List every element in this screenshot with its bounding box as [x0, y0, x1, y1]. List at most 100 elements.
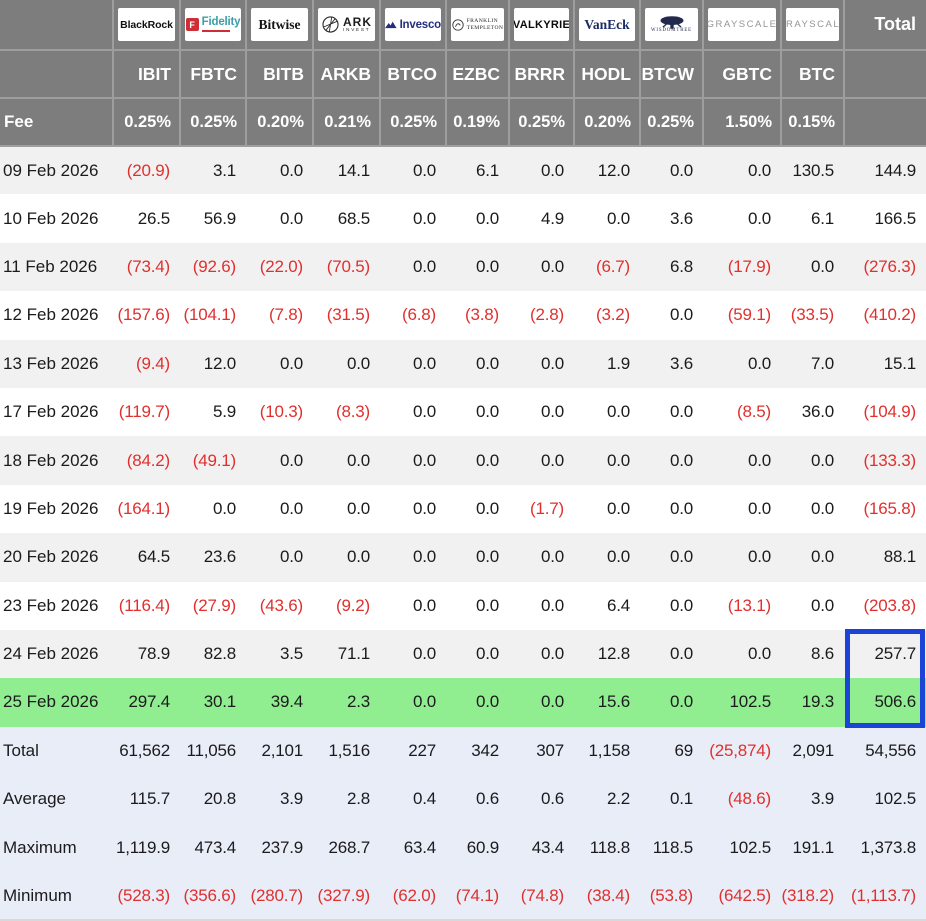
date-cell[interactable]: 17 Feb 2026 [0, 388, 113, 436]
summary-flow-cell[interactable]: 43.4 [509, 823, 574, 871]
date-cell[interactable]: 18 Feb 2026 [0, 436, 113, 484]
summary-flow-cell[interactable]: 237.9 [246, 823, 313, 871]
summary-flow-cell[interactable]: 102.5 [703, 823, 781, 871]
summary-flow-cell[interactable]: (528.3) [113, 872, 180, 920]
date-cell[interactable]: 12 Feb 2026 [0, 291, 113, 339]
flow-cell[interactable]: 0.0 [313, 340, 380, 388]
flow-cell[interactable]: 2.3 [313, 678, 380, 726]
flow-cell[interactable]: 0.0 [446, 194, 509, 242]
flow-cell[interactable]: 14.1 [313, 146, 380, 194]
flow-cell[interactable]: 8.6 [781, 630, 844, 678]
flow-cell[interactable]: (8.5) [703, 388, 781, 436]
flow-cell[interactable]: 0.0 [509, 146, 574, 194]
flow-cell[interactable]: 0.0 [446, 388, 509, 436]
flow-cell[interactable]: 0.0 [781, 485, 844, 533]
flow-cell[interactable]: 19.3 [781, 678, 844, 726]
flow-cell[interactable]: 0.0 [640, 630, 703, 678]
flow-cell[interactable]: (22.0) [246, 243, 313, 291]
summary-flow-cell[interactable]: 63.4 [380, 823, 446, 871]
summary-flow-cell[interactable]: 1,516 [313, 727, 380, 775]
flow-cell[interactable]: (31.5) [313, 291, 380, 339]
flow-cell[interactable]: 0.0 [246, 194, 313, 242]
flow-cell[interactable]: 6.1 [781, 194, 844, 242]
summary-flow-cell[interactable]: 3.9 [246, 775, 313, 823]
summary-flow-cell[interactable]: 0.4 [380, 775, 446, 823]
date-cell[interactable]: 24 Feb 2026 [0, 630, 113, 678]
flow-cell[interactable]: 0.0 [380, 436, 446, 484]
flow-cell[interactable]: (6.8) [380, 291, 446, 339]
date-cell[interactable]: 25 Feb 2026 [0, 678, 113, 726]
flow-cell[interactable]: 0.0 [781, 582, 844, 630]
flow-cell[interactable]: 0.0 [246, 533, 313, 581]
flow-cell[interactable]: 0.0 [380, 533, 446, 581]
flow-cell[interactable]: (2.8) [509, 291, 574, 339]
summary-flow-cell[interactable]: 118.8 [574, 823, 640, 871]
summary-flow-cell[interactable]: 307 [509, 727, 574, 775]
flow-cell[interactable]: 0.0 [380, 678, 446, 726]
flow-cell[interactable]: 15.6 [574, 678, 640, 726]
summary-flow-cell[interactable]: 118.5 [640, 823, 703, 871]
flow-cell[interactable]: 3.5 [246, 630, 313, 678]
flow-cell[interactable]: 0.0 [509, 630, 574, 678]
flow-cell[interactable]: 0.0 [640, 533, 703, 581]
summary-flow-cell[interactable]: (25,874) [703, 727, 781, 775]
date-cell[interactable]: 09 Feb 2026 [0, 146, 113, 194]
date-cell[interactable]: 10 Feb 2026 [0, 194, 113, 242]
flow-cell[interactable]: 0.0 [246, 340, 313, 388]
flow-cell[interactable]: 0.0 [446, 678, 509, 726]
summary-flow-cell[interactable]: 1,119.9 [113, 823, 180, 871]
flow-cell[interactable]: 0.0 [640, 485, 703, 533]
summary-flow-cell[interactable]: (318.2) [781, 872, 844, 920]
summary-flow-cell[interactable]: 473.4 [180, 823, 246, 871]
flow-cell[interactable]: 64.5 [113, 533, 180, 581]
summary-flow-cell[interactable]: (74.1) [446, 872, 509, 920]
flow-cell[interactable]: 0.0 [781, 533, 844, 581]
summary-flow-cell[interactable]: (74.8) [509, 872, 574, 920]
flow-cell[interactable]: 0.0 [380, 146, 446, 194]
flow-cell[interactable]: 0.0 [380, 194, 446, 242]
flow-cell[interactable]: (9.2) [313, 582, 380, 630]
flow-cell[interactable]: (73.4) [113, 243, 180, 291]
flow-cell[interactable]: 0.0 [380, 243, 446, 291]
flow-cell[interactable]: 12.0 [574, 146, 640, 194]
total-cell[interactable]: (410.2) [844, 291, 926, 339]
flow-cell[interactable]: 71.1 [313, 630, 380, 678]
flow-cell[interactable]: 0.0 [180, 485, 246, 533]
total-cell[interactable]: 88.1 [844, 533, 926, 581]
summary-flow-cell[interactable]: 0.6 [509, 775, 574, 823]
summary-flow-cell[interactable]: (38.4) [574, 872, 640, 920]
summary-flow-cell[interactable]: 61,562 [113, 727, 180, 775]
flow-cell[interactable]: (17.9) [703, 243, 781, 291]
summary-flow-cell[interactable]: 2.2 [574, 775, 640, 823]
flow-cell[interactable]: 0.0 [574, 485, 640, 533]
date-cell[interactable]: 20 Feb 2026 [0, 533, 113, 581]
flow-cell[interactable]: 36.0 [781, 388, 844, 436]
summary-flow-cell[interactable]: 60.9 [446, 823, 509, 871]
flow-cell[interactable]: (43.6) [246, 582, 313, 630]
flow-cell[interactable]: 0.0 [640, 291, 703, 339]
flow-cell[interactable]: (70.5) [313, 243, 380, 291]
total-cell[interactable]: 144.9 [844, 146, 926, 194]
flow-cell[interactable]: 130.5 [781, 146, 844, 194]
flow-cell[interactable]: (6.7) [574, 243, 640, 291]
flow-cell[interactable]: 0.0 [703, 194, 781, 242]
flow-cell[interactable]: (164.1) [113, 485, 180, 533]
total-cell[interactable]: (165.8) [844, 485, 926, 533]
flow-cell[interactable]: 102.5 [703, 678, 781, 726]
flow-cell[interactable]: 0.0 [446, 243, 509, 291]
summary-total-cell[interactable]: (1,113.7) [844, 872, 926, 920]
summary-flow-cell[interactable]: (642.5) [703, 872, 781, 920]
flow-cell[interactable]: 3.6 [640, 194, 703, 242]
flow-cell[interactable]: 0.0 [640, 388, 703, 436]
flow-cell[interactable]: 0.0 [246, 436, 313, 484]
summary-label[interactable]: Maximum [0, 823, 113, 871]
flow-cell[interactable]: 0.0 [509, 388, 574, 436]
flow-cell[interactable]: (9.4) [113, 340, 180, 388]
summary-flow-cell[interactable]: 0.6 [446, 775, 509, 823]
flow-cell[interactable]: 0.0 [446, 436, 509, 484]
flow-cell[interactable]: 0.0 [509, 436, 574, 484]
summary-flow-cell[interactable]: 3.9 [781, 775, 844, 823]
flow-cell[interactable]: 0.0 [246, 485, 313, 533]
flow-cell[interactable]: 0.0 [446, 630, 509, 678]
flow-cell[interactable]: 78.9 [113, 630, 180, 678]
